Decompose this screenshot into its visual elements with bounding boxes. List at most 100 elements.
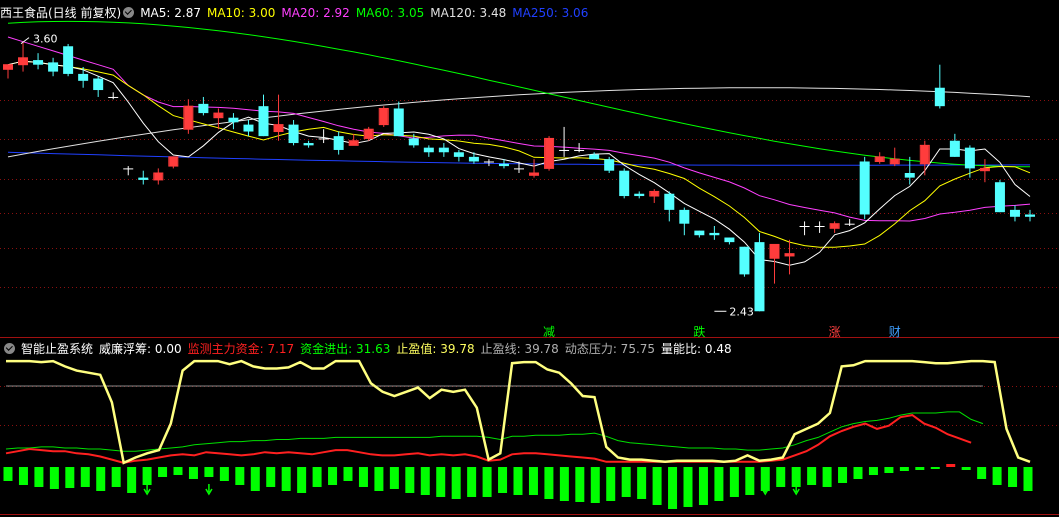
candle-body-fill xyxy=(349,140,358,146)
volume-bar xyxy=(3,467,13,481)
chevron-down-icon[interactable] xyxy=(123,7,135,18)
volume-bar xyxy=(266,467,276,487)
candle-body-fill xyxy=(530,173,539,176)
volume-bar xyxy=(807,467,817,485)
candle-body xyxy=(859,161,870,215)
candle-body xyxy=(1025,214,1035,217)
volume-bar xyxy=(513,467,523,495)
main-header: 西王食品(日线 前复权) MA5: 2.87 MA10: 3.00 MA20: 2.9… xyxy=(0,4,594,22)
ma120-line xyxy=(7,87,1031,158)
stock-chart: 3.60 2.43 减 跌 涨 财 xyxy=(0,20,1059,515)
volume-bar xyxy=(621,467,631,497)
candle-body-fill xyxy=(770,244,779,259)
stock-title[interactable]: 西王食品(日线 前复权) xyxy=(0,6,121,20)
volume-bar xyxy=(467,467,477,497)
volume-bar xyxy=(1023,467,1033,491)
candle-body xyxy=(228,117,239,123)
candle-body xyxy=(814,226,825,227)
volume-bar xyxy=(1008,467,1018,487)
volume-bar xyxy=(173,467,183,475)
candle-body xyxy=(498,163,509,167)
ma120-label: MA120: 3.48 xyxy=(430,6,507,20)
main-panel: 3.60 2.43 减 跌 涨 财 xyxy=(0,20,1059,339)
candle-body-fill xyxy=(184,106,193,130)
lnb-label: 量能比: 0.48 xyxy=(661,342,732,356)
volume-bar xyxy=(899,467,909,471)
volume-bar xyxy=(838,467,848,483)
ma5-label: MA5: 2.87 xyxy=(140,6,201,20)
volume-bar xyxy=(590,467,600,503)
candle-body xyxy=(78,73,89,81)
candle-body xyxy=(934,87,945,107)
candle-body-fill xyxy=(274,124,283,132)
candle-body xyxy=(48,62,59,72)
volume-bar xyxy=(281,467,291,491)
volume-bar xyxy=(142,467,152,485)
volume-bar xyxy=(884,467,894,473)
candle-body xyxy=(694,230,705,236)
jczlzj-label: 监测主力资金: 7.17 xyxy=(187,342,295,356)
ma60-label: MA60: 3.05 xyxy=(355,6,425,20)
candle-body xyxy=(123,168,134,170)
volume-bar xyxy=(436,467,446,497)
candle-body xyxy=(949,140,960,157)
volume-bar xyxy=(389,467,399,489)
candle-body xyxy=(664,193,675,210)
volume-bar xyxy=(992,467,1002,485)
ma10-label: MA10: 3.00 xyxy=(206,6,276,20)
candle-body xyxy=(258,106,269,137)
candle-body xyxy=(93,78,104,91)
volume-bar xyxy=(328,467,338,485)
candle-body xyxy=(303,143,314,146)
volume-bar xyxy=(528,467,538,495)
volume-bar xyxy=(498,467,508,493)
zyz-label: 止盈值: 39.78 xyxy=(396,342,475,356)
candle-body-fill xyxy=(545,138,554,169)
candle-body xyxy=(709,232,720,236)
volume-bar xyxy=(405,467,415,493)
volume-bar xyxy=(745,467,755,495)
volume-bar xyxy=(18,467,28,485)
candle-body xyxy=(844,223,855,225)
candle-body-fill xyxy=(650,191,659,197)
candle-body-fill xyxy=(980,168,989,171)
volume-bar xyxy=(729,467,739,497)
volume-bar xyxy=(668,467,678,509)
volume-bar xyxy=(868,467,878,475)
volume-bar xyxy=(204,467,214,477)
volume-bar xyxy=(482,467,492,497)
volume-bar xyxy=(34,467,44,487)
candle-body xyxy=(63,46,74,74)
volume-bar xyxy=(559,467,569,501)
candle-body xyxy=(739,246,750,275)
signal-label: 跌 xyxy=(693,324,705,339)
volume-bar xyxy=(420,467,430,495)
volume-bar xyxy=(250,467,260,491)
candle-body-fill xyxy=(785,253,794,256)
candle-body xyxy=(288,124,299,144)
ma20-line xyxy=(7,36,1031,222)
zyx-label: 止盈线: 39.78 xyxy=(480,342,559,356)
signal-label: 涨 xyxy=(829,324,841,339)
candle-body xyxy=(333,136,344,150)
candle-body xyxy=(438,147,449,153)
volume-bar xyxy=(977,467,987,479)
candle-body xyxy=(754,242,765,312)
take-profit-line xyxy=(6,359,1031,465)
volume-bar xyxy=(49,467,59,489)
candle-body-fill xyxy=(379,108,388,125)
chevron-down-icon[interactable] xyxy=(4,343,15,354)
candle-body xyxy=(514,168,524,170)
volume-bar xyxy=(96,467,106,491)
wlfc-label: 威廉浮筹: 0.00 xyxy=(99,342,182,356)
candle-body-fill xyxy=(154,173,163,180)
candle-body xyxy=(108,96,119,98)
volume-bar xyxy=(219,467,229,481)
volume-bar xyxy=(358,467,368,487)
volume-bar xyxy=(343,467,353,481)
volume-bar xyxy=(961,467,971,470)
volume-bar xyxy=(111,467,121,487)
candle-body xyxy=(559,149,570,151)
signal-label: 减 xyxy=(543,325,555,339)
system-name[interactable]: 智能止盈系统 xyxy=(21,342,93,356)
